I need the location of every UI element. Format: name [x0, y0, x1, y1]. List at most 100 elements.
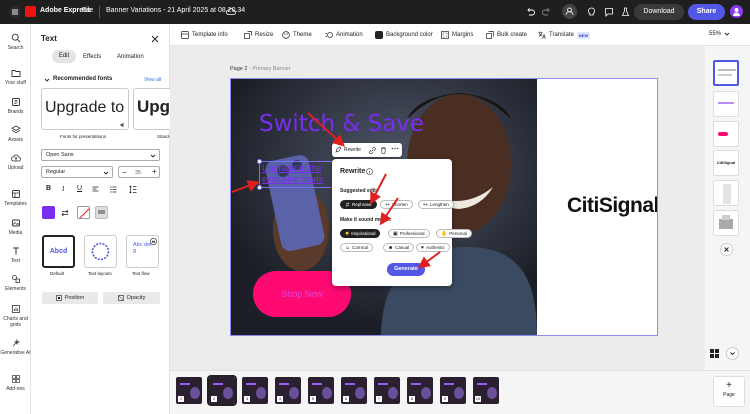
rail-assets[interactable]: Assets: [0, 125, 31, 143]
addons-icon: [11, 375, 20, 383]
grid-view-icon[interactable]: [709, 348, 720, 359]
margins-button[interactable]: Margins: [441, 31, 473, 39]
rail-upload[interactable]: Upload: [0, 153, 31, 171]
page-strip-thumbnail[interactable]: 6: [341, 377, 367, 404]
page-strip-thumbnail[interactable]: 9: [440, 377, 466, 404]
opacity-label: Opacity: [126, 295, 146, 301]
page-strip-thumbnail[interactable]: 4: [275, 377, 301, 404]
bold-icon[interactable]: B: [46, 185, 51, 192]
position-label: Position: [64, 295, 85, 301]
add-page-button[interactable]: + Page: [713, 376, 745, 407]
page-thumbnails: CitiSignal: [705, 46, 750, 370]
rail-label: Templates: [4, 201, 27, 207]
close-icon[interactable]: [720, 243, 733, 256]
zoom-control[interactable]: 55%: [709, 31, 730, 37]
crown-icon: [150, 238, 157, 245]
file-menu[interactable]: File: [82, 7, 93, 14]
rail-brands[interactable]: Brands: [0, 97, 31, 115]
thumbnail[interactable]: [713, 180, 739, 206]
minus-icon[interactable]: −: [122, 168, 127, 177]
chevron-down-icon[interactable]: [44, 77, 50, 83]
page-strip-thumbnail[interactable]: 5: [308, 377, 334, 404]
background-color-button[interactable]: Background color: [375, 31, 433, 39]
page-strip-thumbnail[interactable]: 2: [207, 375, 237, 406]
templates-icon: [11, 190, 20, 198]
font-size-stepper[interactable]: − 35 +: [118, 166, 160, 178]
new-badge: NEW: [576, 31, 591, 39]
share-button[interactable]: Share: [688, 4, 725, 20]
italic-icon[interactable]: I: [62, 185, 64, 193]
rail-your-stuff[interactable]: Your stuff: [0, 68, 31, 86]
plus-icon[interactable]: +: [152, 167, 157, 176]
text-layout-label: Text layouts: [88, 271, 112, 276]
close-icon[interactable]: [151, 35, 159, 43]
invite-icon[interactable]: [562, 4, 577, 19]
tab-effects[interactable]: Effects: [83, 54, 101, 60]
annotation-arrow: [379, 197, 399, 226]
rail-media[interactable]: Media: [0, 218, 31, 236]
swap-icon[interactable]: [61, 209, 69, 217]
page-strip-thumbnail[interactable]: 10: [473, 377, 499, 404]
template-info-button[interactable]: Template info: [181, 31, 228, 39]
resize-button[interactable]: Resize: [244, 31, 273, 39]
thumbnail[interactable]: [713, 91, 739, 117]
bulk-create-button[interactable]: Bulk create: [486, 31, 527, 39]
avatar[interactable]: [730, 5, 743, 18]
font-card[interactable]: Upgrade to t: [41, 88, 129, 130]
rail-templates[interactable]: Templates: [0, 189, 31, 207]
text-layout-circular[interactable]: [84, 235, 117, 268]
page-strip-thumbnail[interactable]: 7: [374, 377, 400, 404]
rail-label: Assets: [7, 137, 23, 143]
undo-icon[interactable]: [525, 7, 535, 17]
redo-icon[interactable]: [542, 7, 552, 17]
toolbar-label: Bulk create: [497, 32, 528, 38]
grid-menu-icon[interactable]: [9, 6, 21, 18]
flask-icon[interactable]: [621, 7, 630, 17]
page-strip-thumbnail[interactable]: 8: [407, 377, 433, 404]
thumbnail[interactable]: [713, 210, 739, 236]
rail-elements[interactable]: Elements: [0, 274, 31, 292]
chevron-down-icon: [150, 154, 156, 158]
document-title[interactable]: Banner Variations - 21 April 2025 at 08.…: [106, 7, 245, 14]
font-family-select[interactable]: Open Sans: [41, 149, 160, 161]
rail-add-ons[interactable]: Add-ons: [0, 374, 31, 392]
translate-button[interactable]: Translate NEW: [538, 31, 591, 39]
text-color-swatch[interactable]: [42, 206, 55, 219]
lightbulb-icon[interactable]: [587, 7, 596, 17]
text-layout-default[interactable]: Abcd: [42, 235, 75, 268]
download-button[interactable]: Download: [634, 4, 684, 20]
position-button[interactable]: Position: [42, 292, 98, 304]
animation-button[interactable]: Animation: [325, 31, 363, 39]
theme-button[interactable]: Theme: [282, 31, 312, 39]
tab-animation[interactable]: Animation: [117, 54, 144, 60]
opacity-button[interactable]: Opacity: [103, 292, 160, 304]
search-icon: [11, 33, 20, 43]
view-all-link[interactable]: View all: [144, 77, 161, 83]
stroke-swatch[interactable]: [95, 206, 108, 219]
rail-label: Add-ons: [6, 386, 25, 392]
resize-icon: [244, 31, 252, 39]
font-card[interactable]: Upgr: [133, 88, 170, 130]
page-strip-thumbnail[interactable]: 3: [242, 377, 268, 404]
font-size-value[interactable]: 35: [135, 170, 141, 176]
thumbnail[interactable]: [713, 121, 739, 147]
adobe-express-logo[interactable]: [25, 6, 36, 17]
toolbar-label: Animation: [336, 32, 363, 38]
list-icon[interactable]: [110, 186, 117, 193]
page-strip-thumbnail[interactable]: 1: [176, 377, 202, 404]
rail-charts[interactable]: Charts and grids: [0, 304, 31, 328]
rail-text[interactable]: Text: [0, 246, 31, 264]
tab-edit[interactable]: Edit: [52, 50, 76, 63]
no-highlight-swatch[interactable]: [77, 206, 90, 219]
line-height-icon[interactable]: [129, 185, 137, 194]
text-layout-flow[interactable]: Abc def g: [126, 235, 159, 268]
font-style-select[interactable]: Regular: [41, 166, 113, 178]
comment-icon[interactable]: [604, 7, 614, 17]
thumbnail[interactable]: [713, 60, 739, 86]
rail-generative-ai[interactable]: Generative AI: [0, 338, 31, 356]
align-left-icon[interactable]: [92, 186, 99, 193]
thumbnail[interactable]: CitiSignal: [713, 150, 739, 176]
collapse-icon[interactable]: [726, 347, 739, 360]
rail-search[interactable]: Search: [0, 33, 31, 51]
underline-icon[interactable]: U: [77, 185, 82, 192]
